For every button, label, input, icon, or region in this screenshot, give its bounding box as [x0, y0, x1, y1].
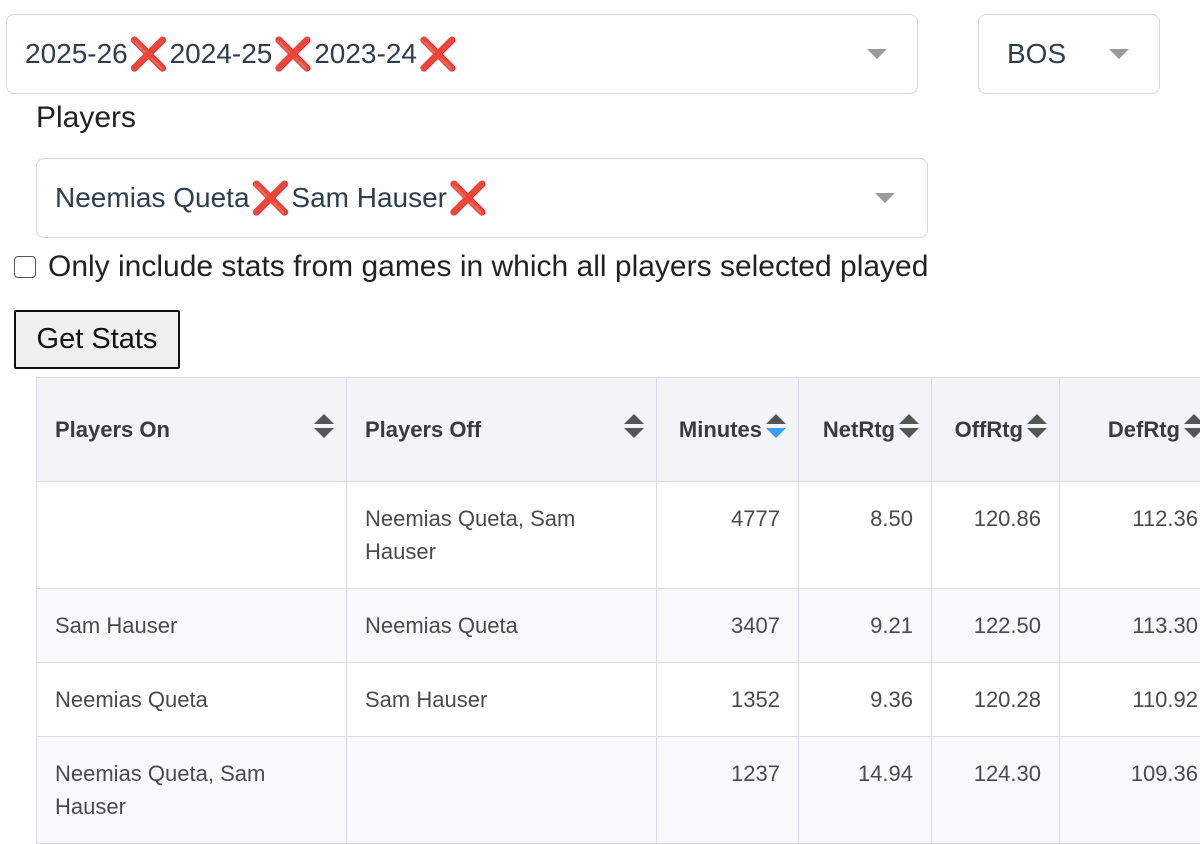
season-multiselect[interactable]: 2025-26❌ 2024-25❌ 2023-24❌ — [6, 14, 918, 94]
get-stats-button[interactable]: Get Stats — [14, 310, 180, 369]
players-off-cell — [347, 737, 657, 844]
players-on-cell: Neemias Queta, Sam Hauser — [37, 737, 347, 844]
checkbox-label: Only include stats from games in which a… — [48, 250, 928, 284]
offrtg-cell: 122.50 — [932, 589, 1060, 663]
season-chip: 2023-24 — [314, 38, 417, 70]
players-on-cell: Neemias Queta — [37, 663, 347, 737]
players-off-cell: Neemias Queta — [347, 589, 657, 663]
table-header-row: Players On Players Off Minutes NetRtg Of… — [37, 378, 1200, 482]
sort-icon[interactable] — [624, 414, 644, 440]
players-on-cell — [37, 482, 347, 589]
team-select[interactable]: BOS — [978, 14, 1160, 94]
players-multiselect[interactable]: Neemias Queta❌ Sam Hauser❌ — [36, 158, 928, 238]
minutes-cell: 3407 — [657, 589, 799, 663]
minutes-cell: 1237 — [657, 737, 799, 844]
column-label: Players Off — [365, 417, 481, 442]
sort-icon[interactable] — [899, 414, 919, 440]
defrtg-cell: 110.92 — [1060, 663, 1200, 737]
column-header-netrtg[interactable]: NetRtg — [799, 378, 932, 482]
remove-player-icon[interactable]: ❌ — [251, 182, 291, 214]
column-header-minutes[interactable]: Minutes — [657, 378, 799, 482]
sort-icon[interactable] — [1184, 414, 1200, 440]
column-header-players-off[interactable]: Players Off — [347, 378, 657, 482]
player-chip-list: Neemias Queta❌ Sam Hauser❌ — [55, 182, 489, 214]
column-label: OffRtg — [955, 417, 1023, 442]
offrtg-cell: 120.28 — [932, 663, 1060, 737]
column-label: NetRtg — [823, 417, 895, 442]
sort-icon[interactable] — [314, 414, 334, 440]
minutes-cell: 1352 — [657, 663, 799, 737]
players-label: Players — [36, 101, 136, 135]
column-header-players-on[interactable]: Players On — [37, 378, 347, 482]
players-off-cell: Sam Hauser — [347, 663, 657, 737]
column-header-defrtg[interactable]: DefRtg — [1060, 378, 1200, 482]
column-label: Minutes — [679, 417, 762, 442]
remove-season-icon[interactable]: ❌ — [273, 38, 313, 70]
lineup-stats-table: Players On Players Off Minutes NetRtg Of… — [36, 377, 1200, 844]
chevron-down-icon[interactable] — [875, 193, 895, 203]
defrtg-cell: 112.36 — [1060, 482, 1200, 589]
defrtg-cell: 109.36 — [1060, 737, 1200, 844]
netrtg-cell: 8.50 — [799, 482, 932, 589]
netrtg-cell: 14.94 — [799, 737, 932, 844]
column-label: Players On — [55, 417, 170, 442]
defrtg-cell: 113.30 — [1060, 589, 1200, 663]
minutes-cell: 4777 — [657, 482, 799, 589]
team-value: BOS — [1007, 38, 1066, 70]
season-chip-list: 2025-26❌ 2024-25❌ 2023-24❌ — [25, 38, 459, 70]
chevron-down-icon[interactable] — [867, 49, 887, 59]
players-on-cell: Sam Hauser — [37, 589, 347, 663]
player-chip: Sam Hauser — [291, 182, 447, 214]
netrtg-cell: 9.21 — [799, 589, 932, 663]
table-row: Neemias Queta, Sam Hauser 4777 8.50 120.… — [37, 482, 1200, 589]
sort-icon[interactable] — [1027, 414, 1047, 440]
players-off-cell: Neemias Queta, Sam Hauser — [347, 482, 657, 589]
season-chip: 2025-26 — [25, 38, 128, 70]
column-header-offrtg[interactable]: OffRtg — [932, 378, 1060, 482]
remove-player-icon[interactable]: ❌ — [448, 182, 488, 214]
remove-season-icon[interactable]: ❌ — [129, 38, 169, 70]
player-chip: Neemias Queta — [55, 182, 250, 214]
sort-descending-icon[interactable] — [766, 414, 786, 440]
table-row: Neemias Queta Sam Hauser 1352 9.36 120.2… — [37, 663, 1200, 737]
table-row: Sam Hauser Neemias Queta 3407 9.21 122.5… — [37, 589, 1200, 663]
all-players-played-checkbox[interactable] — [14, 256, 36, 278]
netrtg-cell: 9.36 — [799, 663, 932, 737]
offrtg-cell: 124.30 — [932, 737, 1060, 844]
table-row: Neemias Queta, Sam Hauser 1237 14.94 124… — [37, 737, 1200, 844]
column-label: DefRtg — [1108, 417, 1180, 442]
chevron-down-icon[interactable] — [1109, 49, 1129, 59]
remove-season-icon[interactable]: ❌ — [418, 38, 458, 70]
season-chip: 2024-25 — [170, 38, 273, 70]
all-players-played-option[interactable]: Only include stats from games in which a… — [14, 250, 928, 284]
offrtg-cell: 120.86 — [932, 482, 1060, 589]
